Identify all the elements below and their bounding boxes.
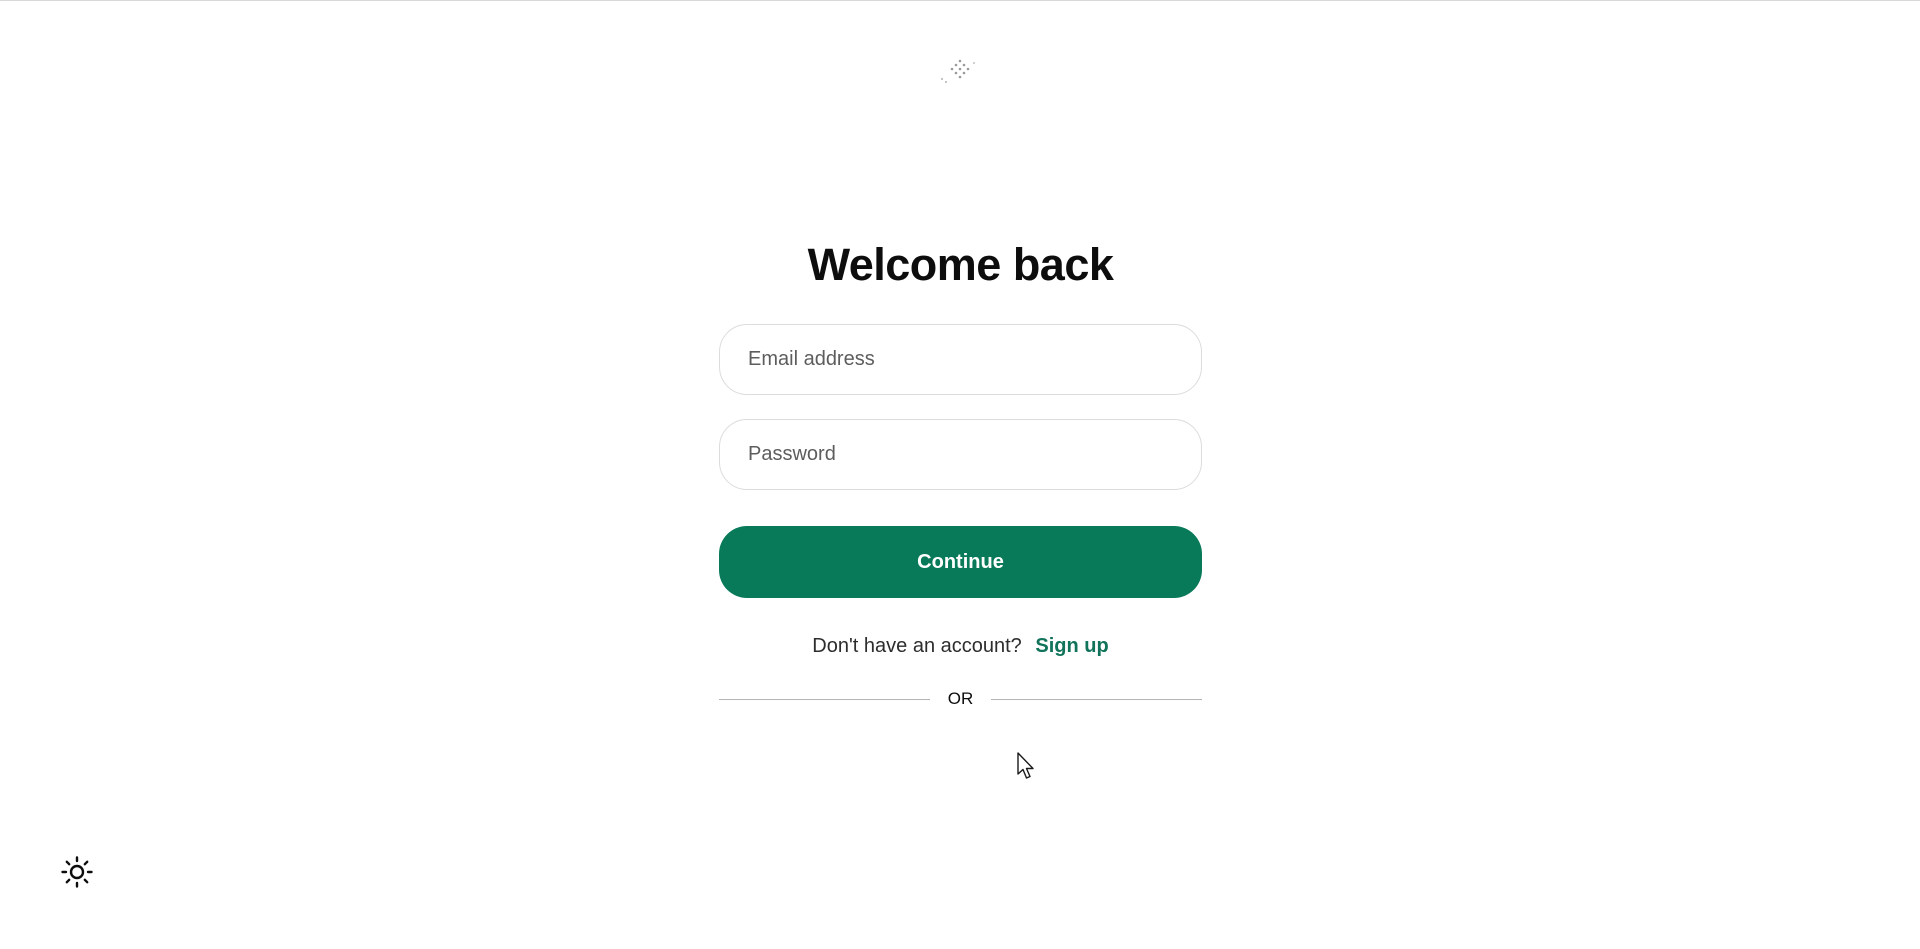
or-label: OR <box>947 689 974 708</box>
email-field[interactable] <box>719 324 1202 395</box>
top-border <box>0 0 1920 1</box>
password-field[interactable] <box>719 419 1202 490</box>
divider-line-right <box>991 698 1202 700</box>
login-form: Welcome back Continue Don't have an acco… <box>719 236 1202 709</box>
or-divider: OR <box>719 689 1202 709</box>
signup-link[interactable]: Sign up <box>1035 635 1108 657</box>
mouse-cursor-icon <box>1016 751 1038 781</box>
theme-toggle-button[interactable] <box>57 854 97 894</box>
signup-prompt: Don't have an account? <box>812 635 1022 657</box>
divider-line-left <box>719 698 930 700</box>
signup-row: Don't have an account? Sign up <box>719 632 1202 660</box>
page-title: Welcome back <box>807 239 1114 290</box>
sun-icon <box>60 855 94 894</box>
logo-icon <box>936 55 984 87</box>
continue-button[interactable]: Continue <box>719 526 1202 598</box>
